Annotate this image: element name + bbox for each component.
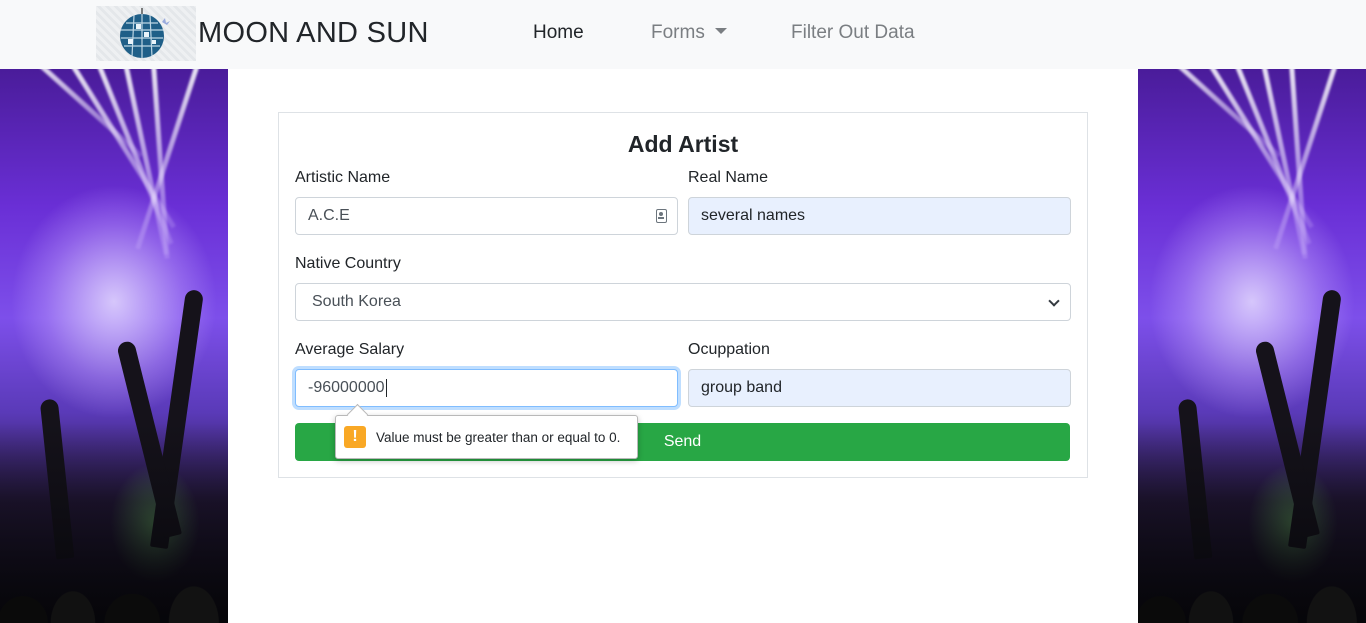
average-salary-value: -96000000 — [308, 379, 385, 396]
chevron-down-icon — [1048, 295, 1060, 307]
occupation-input[interactable]: group band — [688, 369, 1071, 407]
nav-home[interactable]: Home — [533, 22, 584, 44]
brand-name[interactable]: MOON AND SUN — [198, 17, 429, 50]
concert-background-left — [0, 69, 228, 623]
form-title: Add Artist — [627, 131, 739, 157]
artistic-name-value: A.C.E — [308, 207, 350, 224]
real-name-input[interactable]: several names — [688, 197, 1071, 235]
concert-background-right — [1138, 69, 1366, 623]
warning-icon: ! — [344, 426, 366, 448]
nav-forms-label: Forms — [651, 22, 705, 43]
real-name-label: Real Name — [688, 169, 769, 186]
disco-ball-logo — [96, 6, 196, 61]
occupation-label: Ocuppation — [688, 341, 770, 358]
navbar: MOON AND SUN Home Forms Filter Out Data — [0, 0, 1366, 69]
contact-card-icon[interactable] — [656, 209, 667, 223]
real-name-value: several names — [701, 207, 806, 224]
caret-down-icon — [714, 28, 727, 34]
brand[interactable]: MOON AND SUN — [96, 6, 429, 61]
artistic-name-label: Artistic Name — [295, 169, 391, 186]
artistic-name-input[interactable]: A.C.E — [295, 197, 678, 235]
nav-forms-dropdown[interactable]: Forms — [651, 22, 727, 44]
occupation-value: group band — [701, 379, 782, 396]
text-cursor — [385, 379, 387, 397]
native-country-value: South Korea — [312, 293, 401, 310]
average-salary-input[interactable]: -96000000 — [295, 369, 678, 407]
native-country-select[interactable]: South Korea — [295, 283, 1071, 321]
average-salary-label: Average Salary — [295, 341, 405, 358]
validation-tooltip: ! Value must be greater than or equal to… — [335, 415, 638, 459]
native-country-label: Native Country — [295, 255, 401, 272]
validation-message: Value must be greater than or equal to 0… — [376, 429, 621, 445]
nav-filter-out-data[interactable]: Filter Out Data — [791, 22, 915, 44]
